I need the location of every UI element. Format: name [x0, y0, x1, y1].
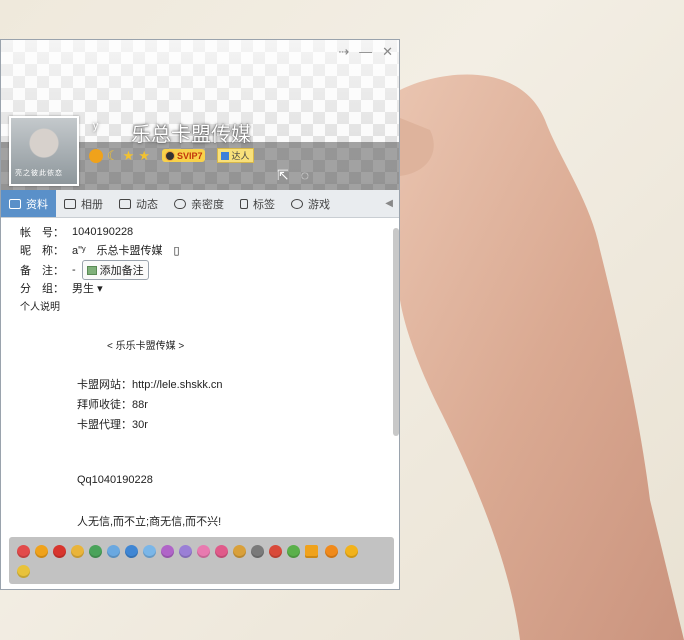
account-row: 帐 号： 1040190228 — [20, 224, 133, 240]
privilege-icon[interactable] — [53, 545, 66, 558]
privilege-icon[interactable] — [107, 545, 120, 558]
privilege-icon[interactable] — [345, 545, 358, 558]
heart-icon — [174, 198, 186, 209]
avatar[interactable]: 亮之彼此依恋 — [9, 116, 79, 186]
tab-label: 游戏 — [308, 198, 330, 211]
privilege-icon[interactable] — [89, 545, 102, 558]
privilege-icon[interactable] — [325, 545, 338, 558]
tab-album[interactable]: 相册 — [56, 190, 111, 217]
privilege-icon[interactable] — [197, 545, 210, 558]
tab-tags[interactable]: 标签 — [232, 190, 283, 217]
share-icon[interactable]: ⇱ — [277, 167, 289, 184]
group-label: 分 组： — [20, 283, 64, 295]
star-icon[interactable]: ★ — [138, 148, 150, 163]
privilege-icon[interactable] — [305, 545, 318, 558]
privilege-icon-strip — [9, 537, 394, 584]
nickname-title: 乐总卡盟传媒 — [131, 124, 251, 146]
bio-line: 卡盟代理：30r — [77, 419, 148, 431]
note-label: 备 注： — [20, 265, 64, 277]
chevron-down-icon: ▾ — [97, 283, 103, 295]
photo-icon — [64, 198, 76, 209]
tab-feed[interactable]: 动态 — [111, 190, 166, 217]
profile-info: 帐 号： 1040190228 昵 称： aʺʸ 乐总卡盟传媒 ▯ 备 注： -… — [1, 218, 389, 538]
minimize-icon[interactable]: — — [359, 45, 372, 59]
refresh-icon[interactable]: ◌ — [301, 167, 309, 184]
header-actions: ⇱ ◌ — [277, 167, 309, 184]
tab-label: 亲密度 — [191, 198, 224, 211]
nickname-symbol: ʸ — [93, 120, 99, 137]
privilege-icon[interactable] — [233, 545, 246, 558]
game-icon — [291, 198, 303, 209]
privilege-icon[interactable] — [35, 545, 48, 558]
account-label: 帐 号： — [20, 227, 64, 239]
tab-label: 相册 — [81, 198, 103, 211]
window-controls: ⇢ — ✕ — [338, 45, 393, 59]
nick-value[interactable]: aʺʸ 乐总卡盟传媒 ▯ — [72, 242, 180, 258]
qq-profile-window: ⇢ — ✕ 亮之彼此依恋 ʸ 乐总卡盟传媒 ☾ ★ ★ SVIP7 达人 ⇱ ◌… — [0, 39, 400, 590]
add-note-button[interactable]: 添加备注 — [81, 260, 149, 280]
note-value: - — [72, 264, 76, 276]
pin-icon[interactable]: ⇢ — [338, 45, 349, 59]
note-row: 备 注： - 添加备注 — [20, 260, 149, 280]
bio-label-row: 个人说明 — [20, 298, 72, 313]
bio-line: 拜师收徒：88r — [77, 399, 148, 411]
tab-intimacy[interactable]: 亲密度 — [166, 190, 232, 217]
add-note-label: 添加备注 — [99, 265, 144, 277]
profile-tabs: 资料 相册 动态 亲密度 标签 游戏 ◀ — [1, 190, 399, 218]
bio-line: 卡盟网站：http://lele.shskk.cn — [77, 379, 223, 391]
penguin-icon — [164, 150, 175, 161]
avatar-caption: 亮之彼此依恋 — [15, 170, 63, 177]
daren-badge[interactable]: 达人 — [217, 148, 254, 163]
tab-games[interactable]: 游戏 — [283, 190, 338, 217]
tab-label: 资料 — [26, 198, 48, 211]
scrollbar[interactable] — [393, 228, 399, 436]
tab-label: 标签 — [253, 198, 275, 211]
svip-badge[interactable]: SVIP7 — [161, 149, 206, 162]
list-icon — [119, 198, 131, 209]
group-select[interactable]: 男生 ▾ — [72, 280, 103, 296]
close-icon[interactable]: ✕ — [382, 45, 393, 59]
star-icon[interactable]: ★ — [123, 148, 135, 163]
id-card-icon — [9, 198, 21, 209]
moon-icon[interactable]: ☾ — [107, 148, 119, 163]
daren-icon — [221, 151, 230, 160]
crown-icon[interactable] — [89, 148, 103, 163]
privilege-icon[interactable] — [17, 545, 30, 558]
group-row: 分 组： 男生 ▾ — [20, 280, 103, 296]
bio-line: Qq1040190228 — [77, 474, 153, 486]
tab-label: 动态 — [136, 198, 158, 211]
account-value[interactable]: 1040190228 — [72, 226, 133, 238]
privilege-icon[interactable] — [17, 565, 30, 578]
tab-profile[interactable]: 资料 — [1, 190, 56, 217]
svip-label: SVIP7 — [176, 150, 203, 161]
privilege-icon[interactable] — [269, 545, 282, 558]
privilege-icon[interactable] — [161, 545, 174, 558]
privilege-icon[interactable] — [143, 545, 156, 558]
privilege-icon[interactable] — [71, 545, 84, 558]
privilege-icon[interactable] — [215, 545, 228, 558]
note-icon — [86, 265, 97, 275]
bookmark-icon — [240, 198, 248, 209]
privilege-icon[interactable] — [125, 545, 138, 558]
nick-row: 昵 称： aʺʸ 乐总卡盟传媒 ▯ — [20, 242, 180, 258]
daren-label: 达人 — [231, 151, 250, 161]
group-value: 男生 — [72, 283, 94, 295]
privilege-icon[interactable] — [179, 545, 192, 558]
tab-scroll-left-icon[interactable]: ◀ — [385, 198, 399, 209]
bio-line: 人无信,而不立;商无信,而不兴! — [77, 516, 222, 528]
privilege-icon[interactable] — [251, 545, 264, 558]
badge-row: ☾ ★ ★ SVIP7 达人 — [89, 148, 254, 163]
bio-label: 个人说明 — [20, 302, 60, 313]
bio-title: < 乐乐卡盟传媒 > — [107, 341, 185, 352]
nick-label: 昵 称： — [20, 245, 64, 257]
privilege-icon[interactable] — [287, 545, 300, 558]
